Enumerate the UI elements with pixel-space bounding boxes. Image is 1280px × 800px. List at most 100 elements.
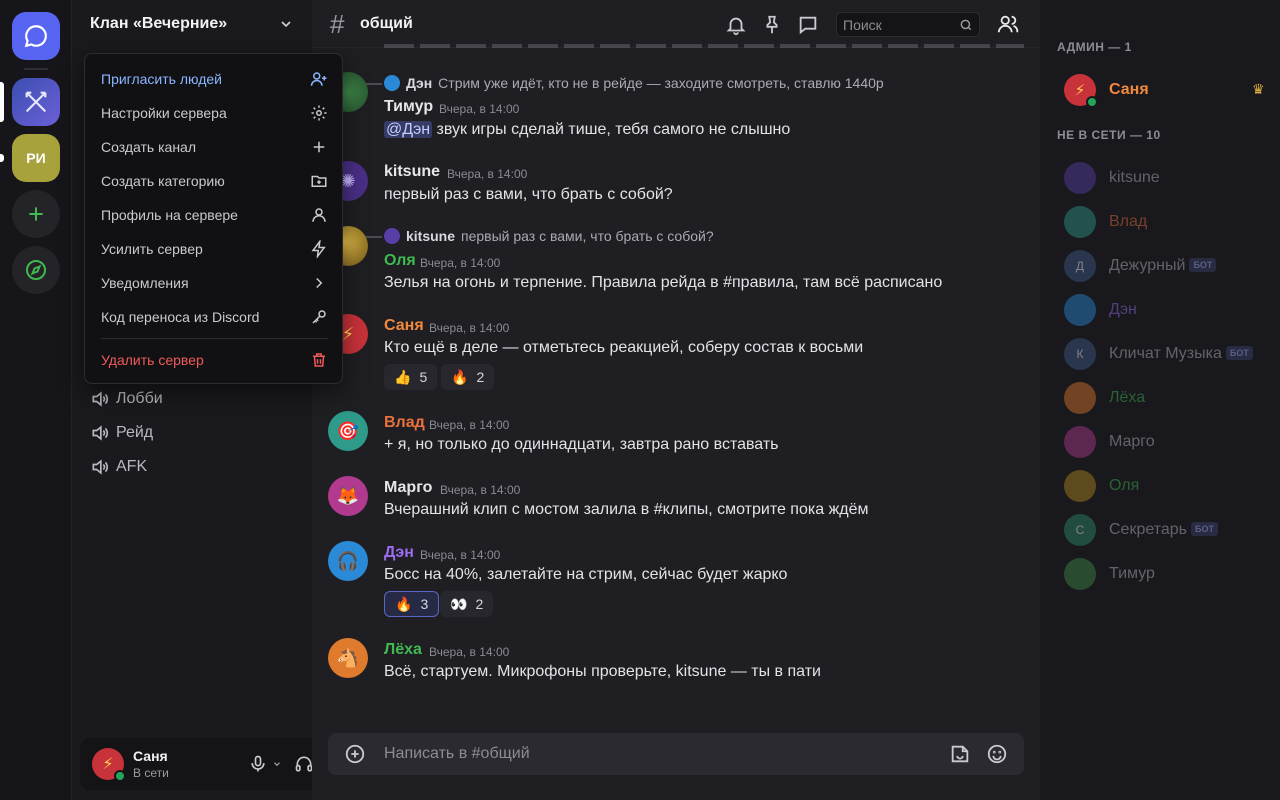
- menu-item-label: Усилить сервер: [101, 241, 203, 257]
- sticker-icon[interactable]: [949, 743, 971, 765]
- reply-preview[interactable]: kitsune первый раз с вами, что брать с с…: [384, 228, 714, 244]
- reply-author: Дэн: [406, 75, 433, 91]
- clipped-previous-message: [384, 36, 1024, 48]
- message-author[interactable]: Оля: [384, 252, 416, 270]
- reaction-fire[interactable]: 🔥 2: [441, 364, 495, 390]
- member-item[interactable]: Дэн: [1064, 290, 1272, 330]
- add-server-button[interactable]: [12, 190, 60, 238]
- voice-channel-lobby[interactable]: Лобби: [90, 387, 163, 411]
- message-timestamp: Вчера, в 14:00: [447, 167, 528, 181]
- menu-item-boost[interactable]: Усилить сервер: [101, 235, 328, 263]
- message-text: Вчерашний клип с мостом залила в #клипы,…: [384, 501, 869, 518]
- menu-item-invite[interactable]: Пригласить людей: [101, 65, 328, 93]
- avatar: [1064, 382, 1096, 414]
- menu-item-notifications[interactable]: Уведомления: [101, 269, 328, 297]
- reaction-eyes[interactable]: 👀 2: [440, 591, 494, 617]
- message-timestamp: Вчера, в 14:00: [429, 645, 510, 659]
- message-input[interactable]: Написать в #общий: [384, 745, 530, 763]
- emoji-icon[interactable]: [986, 743, 1008, 765]
- message-author[interactable]: Марго: [384, 479, 432, 497]
- voice-channel-afk[interactable]: AFK: [90, 455, 147, 479]
- reply-author: kitsune: [406, 228, 456, 244]
- member-name: kitsune: [1109, 169, 1160, 186]
- reply-text: первый раз с вами, что брать с собой?: [461, 228, 714, 244]
- online-status-dot: [114, 770, 126, 782]
- reaction-fire[interactable]: 🔥 3: [384, 591, 440, 617]
- message-composer: Написать в #общий: [328, 733, 1024, 775]
- headphones-icon: [295, 756, 313, 772]
- menu-item-server-profile[interactable]: Профиль на сервере: [101, 201, 328, 229]
- menu-item-create-category[interactable]: Создать категорию: [101, 167, 328, 195]
- reaction-emoji: 👍: [394, 368, 412, 385]
- voice-channel-label: Лобби: [116, 390, 163, 407]
- message-author[interactable]: Дэн: [384, 544, 414, 562]
- menu-item-label: Профиль на сервере: [101, 207, 238, 223]
- avatar[interactable]: 🎯: [328, 411, 368, 451]
- member-item[interactable]: Влад: [1064, 202, 1272, 242]
- rail-separator: [24, 68, 48, 70]
- message-author[interactable]: Влад: [384, 414, 425, 432]
- avatar[interactable]: 🦊: [328, 476, 368, 516]
- add-attachment-icon[interactable]: [344, 743, 366, 765]
- message-body: звук игры сделай тише, тебя самого не сл…: [436, 121, 791, 138]
- member-item[interactable]: Марго: [1064, 422, 1272, 462]
- menu-item-label: Код переноса из Discord: [101, 309, 260, 325]
- server-icon-ri[interactable]: РИ: [12, 134, 60, 182]
- server-initials: РИ: [26, 150, 46, 166]
- menu-item-migration-code[interactable]: Код переноса из Discord: [101, 303, 328, 331]
- voice-channel-raid[interactable]: Рейд: [90, 421, 153, 445]
- message-author[interactable]: Лёха: [384, 641, 422, 659]
- avatar[interactable]: 🎧: [328, 541, 368, 581]
- target-icon: 🎯: [336, 420, 360, 441]
- menu-separator: [101, 338, 328, 339]
- member-list: АДМИН — 1 ⚡ Саня ♛ НЕ В СЕТИ — 10 kitsun…: [1040, 0, 1280, 800]
- server-header[interactable]: Клан «Вечерние»: [72, 0, 312, 48]
- member-item[interactable]: С Секретарь БОТ: [1064, 510, 1272, 550]
- message-timestamp: Вчера, в 14:00: [439, 102, 520, 116]
- search-box[interactable]: Поиск: [836, 12, 980, 37]
- menu-item-delete-server[interactable]: Удалить сервер: [101, 346, 328, 374]
- message-author[interactable]: Саня: [384, 317, 424, 335]
- bolt-icon: ⚡: [341, 323, 355, 344]
- chat-area: # общий Поиск Дэн Стрим уже идёт, кто не…: [312, 0, 1040, 800]
- members-icon[interactable]: [997, 13, 1019, 35]
- message-text: Зелья на огонь и терпение. Правила рейда…: [384, 274, 943, 291]
- bot-badge: БОТ: [1191, 522, 1218, 536]
- member-item[interactable]: Д Дежурный БОТ: [1064, 246, 1272, 286]
- member-item[interactable]: К Кличат Музыка БОТ: [1064, 334, 1272, 374]
- member-item[interactable]: ⚡ Саня ♛: [1064, 70, 1272, 110]
- member-item[interactable]: Лёха: [1064, 378, 1272, 418]
- member-item[interactable]: Оля: [1064, 466, 1272, 506]
- crown-icon: ♛: [1252, 81, 1265, 97]
- search-input[interactable]: Поиск: [843, 17, 882, 33]
- member-item[interactable]: Тимур: [1064, 554, 1272, 594]
- plus-icon: [313, 141, 325, 153]
- server-name: Клан «Вечерние»: [90, 15, 228, 32]
- reaction-thumbs-up[interactable]: 👍 5: [384, 364, 438, 390]
- plus-icon: [29, 207, 43, 221]
- message-text: + я, но только до одиннадцати, завтра ра…: [384, 436, 779, 453]
- pin-icon[interactable]: [761, 14, 783, 36]
- avatar: [1064, 470, 1096, 502]
- bell-icon[interactable]: [725, 14, 747, 36]
- server-icon-clan[interactable]: [12, 78, 60, 126]
- message-author[interactable]: kitsune: [384, 163, 440, 181]
- member-item[interactable]: kitsune: [1064, 158, 1272, 198]
- microphone-button[interactable]: [248, 754, 282, 774]
- message-text: @Дэн звук игры сделай тише, тебя самого …: [384, 121, 790, 139]
- avatar: [1064, 294, 1096, 326]
- menu-item-create-channel[interactable]: Создать канал: [101, 133, 328, 161]
- microphone-icon: [251, 755, 265, 772]
- bolt-icon: ⚡: [102, 756, 114, 773]
- message-author[interactable]: Тимур: [384, 98, 433, 116]
- threads-icon[interactable]: [797, 14, 819, 36]
- speaker-icon: [92, 459, 108, 475]
- direct-messages-button[interactable]: [12, 12, 60, 60]
- explore-servers-button[interactable]: [12, 246, 60, 294]
- reply-preview[interactable]: Дэн Стрим уже идёт, кто не в рейде — зах…: [384, 75, 884, 91]
- menu-item-server-settings[interactable]: Настройки сервера: [101, 99, 328, 127]
- message-text: Кто ещё в деле — отметьтесь реакцией, со…: [384, 339, 864, 356]
- mention[interactable]: @Дэн: [384, 121, 433, 138]
- avatar[interactable]: 🐴: [328, 638, 368, 678]
- user-name: Саня: [133, 748, 168, 764]
